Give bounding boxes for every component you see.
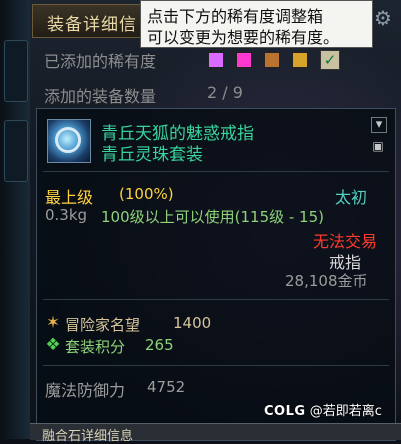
watermark: COLG @若即若离c bbox=[264, 400, 382, 419]
header-title: 装备详细信 bbox=[47, 15, 137, 35]
rarity-swatch-purple[interactable] bbox=[208, 52, 224, 68]
equip-count-label: 添加的装备数量 bbox=[44, 87, 157, 106]
side-slot[interactable] bbox=[4, 40, 28, 102]
stat-label-set-points: 套装积分 bbox=[65, 338, 126, 356]
gear-icon[interactable]: ⚙ bbox=[372, 6, 394, 30]
rarity-checkbox-icon[interactable]: ✓ bbox=[320, 50, 340, 70]
fusion-stone-label: 融合石详细信息 bbox=[42, 429, 134, 444]
rarity-swatch-gold[interactable] bbox=[292, 52, 308, 68]
adventurer-fame-icon: ✶ bbox=[45, 313, 61, 333]
stat-value-set-points: 265 bbox=[145, 336, 174, 354]
item-grade: 最上级 bbox=[45, 188, 94, 207]
divider bbox=[43, 171, 389, 172]
stat-value-fame: 1400 bbox=[173, 314, 212, 332]
watermark-brand: COLG bbox=[264, 404, 306, 419]
item-set-name: 青丘灵珠套装 bbox=[101, 145, 203, 165]
item-price: 28,108金币 bbox=[285, 272, 368, 290]
rarity-tooltip: 点击下方的稀有度调整箱 可以变更为想要的稀有度。 bbox=[140, 0, 373, 48]
item-tooltip-card: 青丘天狐的魅惑戒指 青丘灵珠套装 ▾ ▣ 最上级 (100%) 太初 0.3kg… bbox=[36, 108, 396, 441]
item-level-requirement: 100级以上可以使用(115级 - 15) bbox=[101, 208, 325, 226]
fusion-stone-detail-bar[interactable]: 融合石详细信息 bbox=[30, 423, 401, 444]
magic-defense-value: 4752 bbox=[147, 378, 186, 396]
stat-label-fame: 冒险家名望 bbox=[65, 316, 141, 334]
watermark-user: @若即若离c bbox=[309, 404, 382, 419]
lock-icon[interactable]: ▣ bbox=[371, 139, 385, 153]
item-rarity-name: 太初 bbox=[335, 188, 368, 207]
rarity-label: 已添加的稀有度 bbox=[44, 52, 157, 71]
equipment-detail-header: 装备详细信 bbox=[32, 4, 144, 38]
magic-defense-label: 魔法防御力 bbox=[45, 381, 126, 400]
equip-count-value: 2 / 9 bbox=[207, 83, 243, 102]
left-panel-edge bbox=[0, 0, 30, 439]
item-weight: 0.3kg bbox=[45, 206, 88, 224]
rarity-swatch-orange[interactable] bbox=[264, 52, 280, 68]
ring-item-icon bbox=[47, 119, 91, 163]
divider bbox=[43, 365, 389, 366]
set-points-icon: ❖ bbox=[45, 335, 61, 355]
tooltip-line-2: 可以变更为想要的稀有度。 bbox=[147, 28, 340, 47]
item-grade-pct: (100%) bbox=[119, 185, 174, 203]
divider bbox=[43, 299, 389, 300]
rarity-swatch-pink[interactable] bbox=[236, 52, 252, 68]
pin-icon[interactable]: ▾ bbox=[371, 117, 387, 133]
side-slot[interactable] bbox=[4, 120, 28, 182]
